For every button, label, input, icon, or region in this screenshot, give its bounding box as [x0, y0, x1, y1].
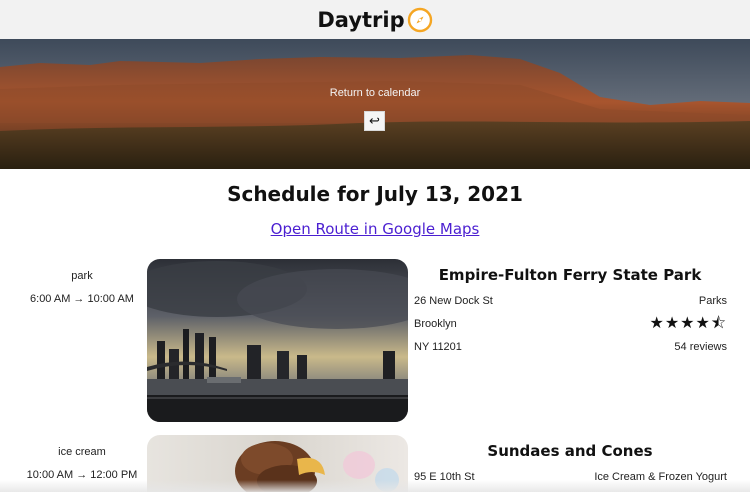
return-to-calendar-label[interactable]: Return to calendar [0, 87, 750, 99]
desert-mesa-image [0, 39, 750, 169]
place-name[interactable]: Empire-Fulton Ferry State Park [410, 266, 730, 284]
page-title: Schedule for July 13, 2021 [227, 182, 523, 206]
google-maps-link-row: Open Route in Google Maps [0, 220, 750, 238]
compass-icon [407, 7, 432, 32]
star-rating: ★★★★⯪ [649, 313, 727, 332]
brand-name: Daytrip [317, 7, 405, 32]
place-photo[interactable] [147, 259, 408, 422]
address-state-zip: NY 11201 [414, 341, 462, 353]
brand-logo[interactable]: Daytrip [317, 7, 432, 33]
place-name[interactable]: Sundaes and Cones [410, 442, 730, 460]
google-maps-link[interactable]: Open Route in Google Maps [271, 220, 480, 238]
hero-banner: Return to calendar ↩ [0, 39, 750, 169]
entry-time: 6:00 AM → 10:00 AM [30, 293, 134, 305]
city-skyline-image [147, 259, 408, 422]
return-button[interactable]: ↩ [364, 111, 385, 131]
entry-category: ice cream [58, 446, 106, 458]
address-street: 26 New Dock St [414, 295, 493, 307]
entry-category: park [71, 270, 93, 282]
bottom-fade [0, 480, 750, 492]
review-count[interactable]: 54 reviews [674, 341, 727, 353]
return-arrow-icon: ↩ [369, 113, 380, 129]
top-bar: Daytrip [0, 0, 750, 39]
address-city: Brooklyn [414, 318, 457, 330]
place-type: Parks [698, 295, 727, 307]
